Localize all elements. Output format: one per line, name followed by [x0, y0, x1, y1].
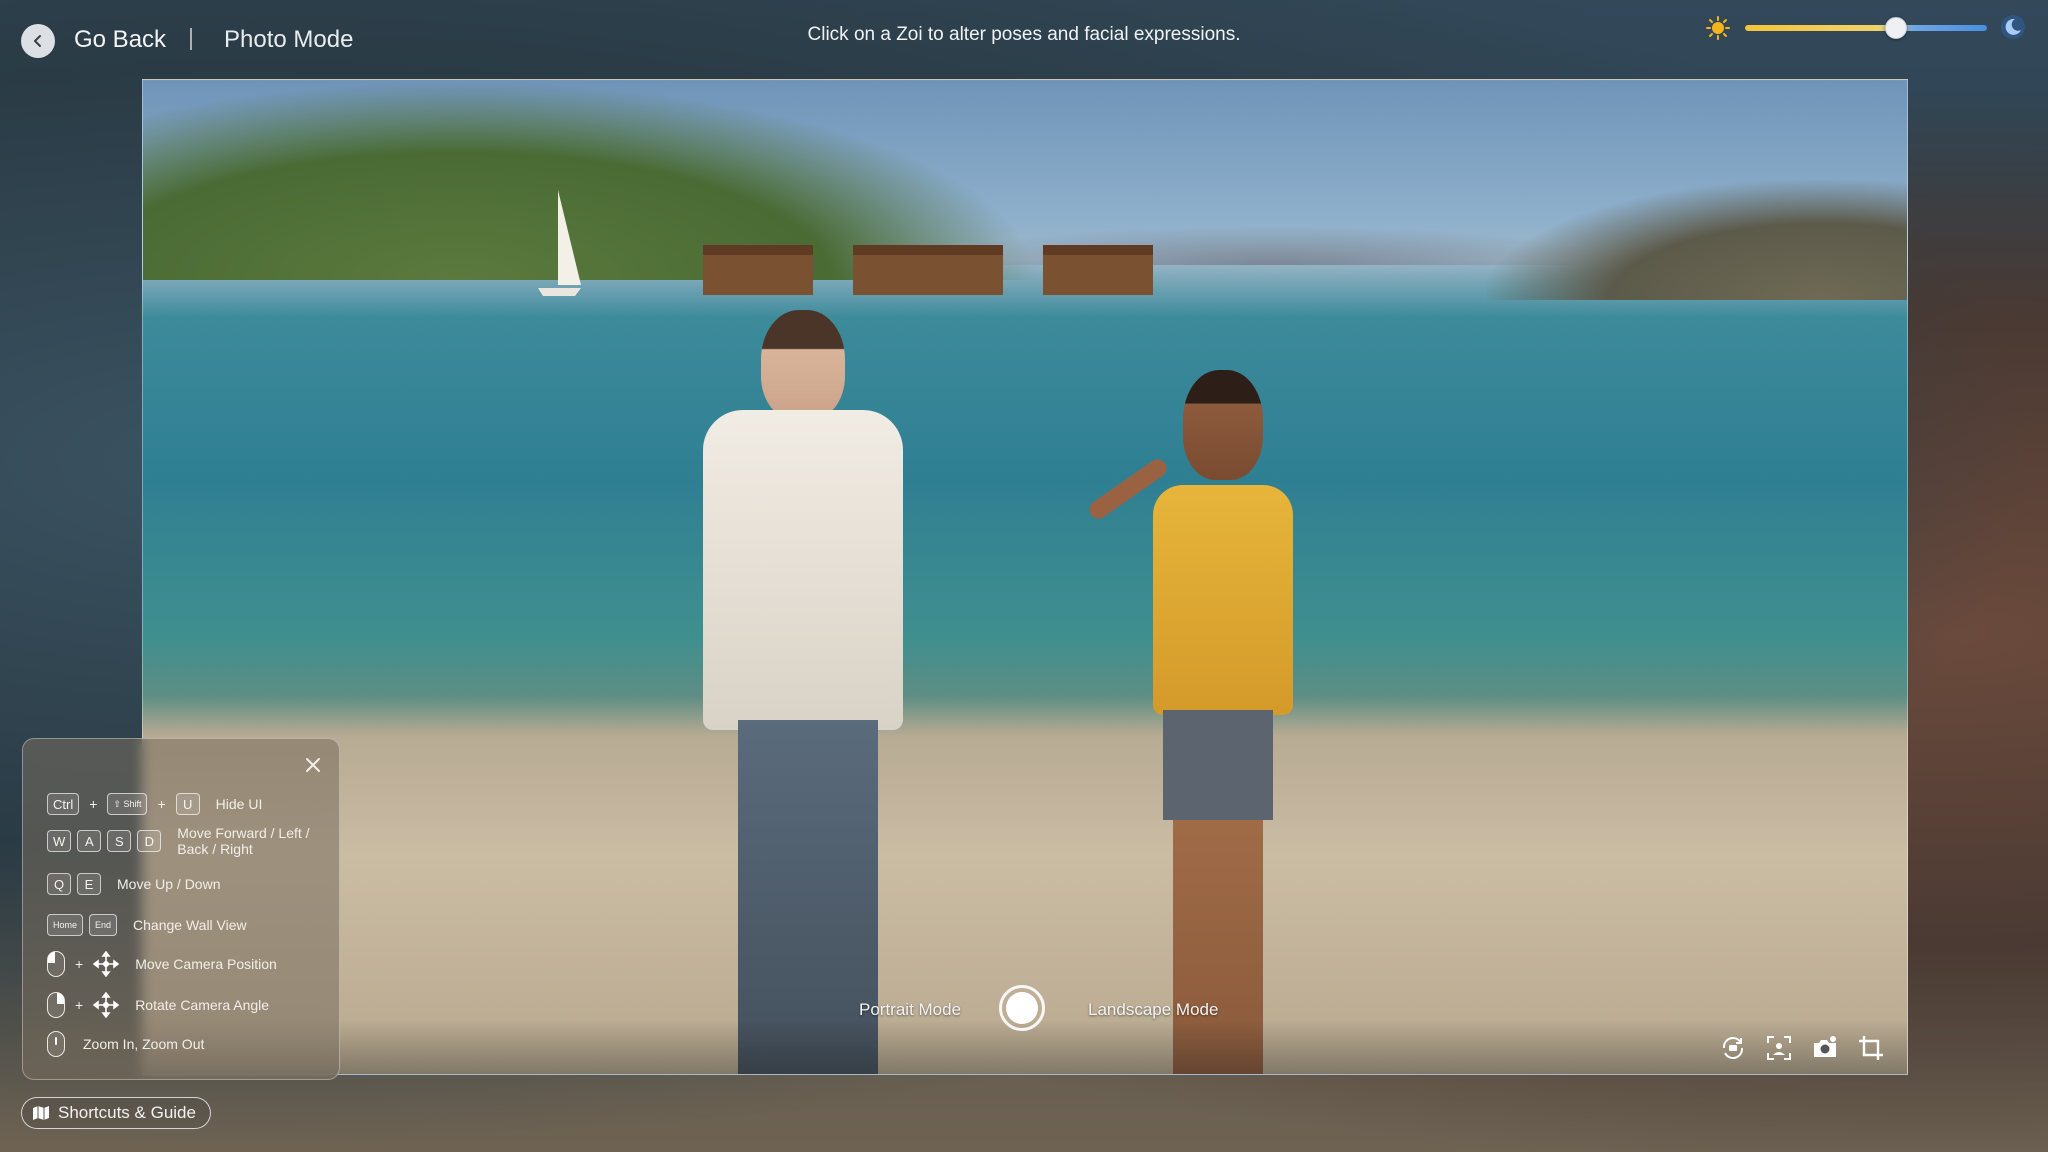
capture-controls: Portrait Mode Landscape Mode: [143, 980, 1907, 1040]
key-shift: ⇧ Shift: [107, 793, 148, 815]
mouse-left-click-icon: [47, 951, 65, 977]
sailboat: [538, 190, 581, 296]
portrait-mode-button[interactable]: Portrait Mode: [859, 1000, 961, 1020]
shortcut-label: Move Forward / Left / Back / Right: [177, 825, 310, 857]
moon-icon: [2001, 15, 2025, 39]
move-arrows-icon: [93, 951, 120, 977]
shortcut-wall-view: Home End Change Wall View: [47, 914, 247, 936]
landscape-mode-button[interactable]: Landscape Mode: [1088, 1000, 1218, 1020]
rotate-camera-button[interactable]: [1717, 1032, 1749, 1064]
shutter-button[interactable]: [999, 985, 1045, 1031]
key-u: U: [175, 793, 200, 815]
shortcut-label: Move Up / Down: [117, 876, 221, 892]
zoi-character-female[interactable]: [1085, 370, 1323, 1074]
scene-huts: [703, 245, 1163, 295]
key-w: W: [47, 830, 72, 852]
key-a: A: [77, 830, 102, 852]
instruction-text: Click on a Zoi to alter poses and facial…: [807, 24, 1241, 45]
scene-hill: [1487, 180, 1907, 300]
camera-settings-icon: [1814, 1036, 1836, 1057]
key-s: S: [107, 830, 132, 852]
move-arrows-icon: [93, 992, 120, 1018]
top-bar: Go Back Photo Mode Click on a Zoi to alt…: [0, 0, 2048, 78]
key-home: Home: [47, 914, 84, 936]
shortcut-label: Rotate Camera Angle: [135, 997, 270, 1013]
shortcut-hide-ui: Ctrl + ⇧ Shift + U Hide UI: [47, 793, 262, 815]
mouse-right-click-icon: [47, 992, 65, 1018]
shortcut-move: W A S D Move Forward / Left / Back / Rig…: [47, 825, 327, 857]
shortcut-zoom: Zoom In, Zoom Out: [47, 1031, 204, 1057]
key-d: D: [137, 830, 162, 852]
time-of-day-slider[interactable]: [1745, 17, 1987, 39]
shortcuts-guide-button[interactable]: Shortcuts & Guide: [21, 1097, 211, 1129]
slider-handle[interactable]: [1885, 17, 1908, 39]
shortcut-label: Zoom In, Zoom Out: [83, 1036, 205, 1052]
camera-tools: [1717, 1032, 1887, 1064]
key-e: E: [77, 873, 101, 895]
zoi-character-male[interactable]: [703, 310, 903, 1074]
key-end: End: [89, 914, 118, 936]
key-ctrl: Ctrl: [47, 793, 80, 815]
shortcut-label: Hide UI: [215, 796, 263, 812]
shortcut-label: Change Wall View: [133, 917, 247, 933]
shortcuts-panel: Ctrl + ⇧ Shift + U Hide UI W A S D Move …: [22, 738, 340, 1080]
mouse-wheel-icon: [47, 1031, 65, 1057]
focus-button[interactable]: [1763, 1032, 1795, 1064]
map-icon: [33, 1106, 49, 1120]
crop-button[interactable]: [1855, 1032, 1887, 1064]
key-q: Q: [47, 873, 71, 895]
rotate-camera-icon: [1722, 1037, 1744, 1059]
shutter-icon: [1006, 992, 1038, 1024]
crop-icon: [1859, 1036, 1883, 1060]
shortcut-camera-position: + Move Camera Position: [47, 951, 277, 977]
shortcut-label: Move Camera Position: [135, 956, 277, 972]
guide-label: Shortcuts & Guide: [58, 1103, 196, 1122]
shortcut-move-vertical: Q E Move Up / Down: [47, 873, 220, 895]
photo-viewport[interactable]: Portrait Mode Landscape Mode: [142, 79, 1908, 1075]
focus-frame-icon: [1767, 1036, 1791, 1060]
shortcut-camera-angle: + Rotate Camera Angle: [47, 992, 269, 1018]
close-icon[interactable]: [303, 755, 323, 775]
camera-settings-button[interactable]: [1809, 1032, 1841, 1064]
sun-icon: [1706, 16, 1730, 40]
